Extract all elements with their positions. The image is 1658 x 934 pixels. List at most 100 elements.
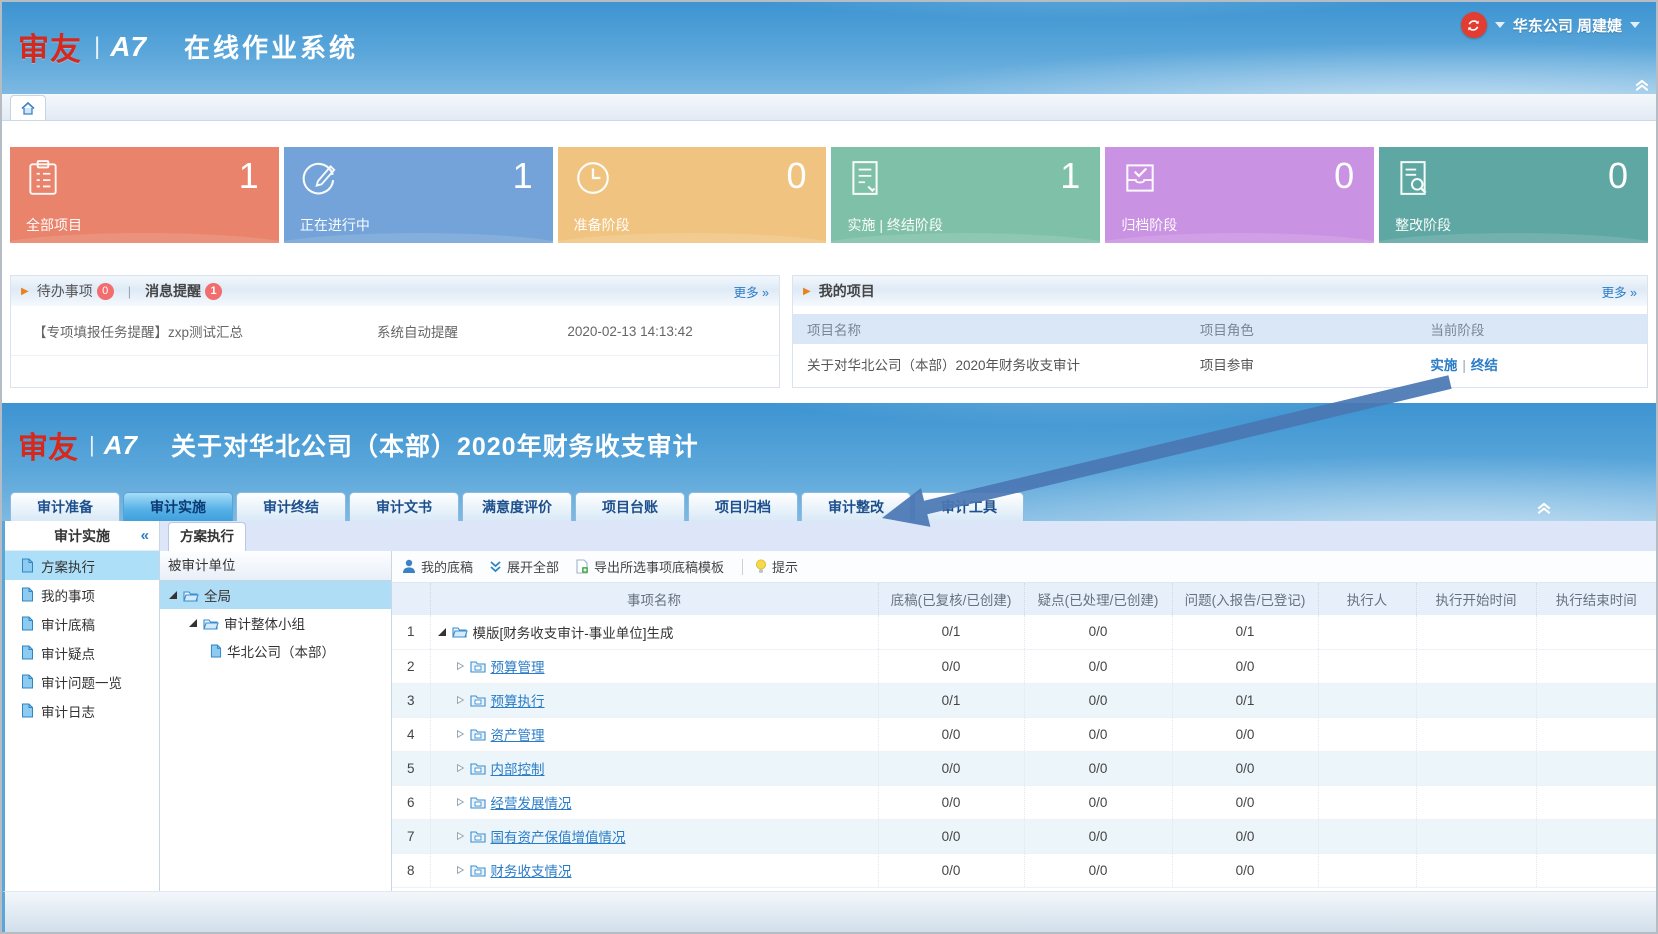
matter-row: 5 内部控制 0/0 0/0 0/0 <box>392 751 1656 785</box>
refresh-button[interactable] <box>1461 12 1487 38</box>
draft-count: 0/0 <box>878 751 1024 785</box>
sidebar-item-my-matters[interactable]: 我的事项 <box>5 580 159 609</box>
sidebar-collapse-icon[interactable]: « <box>141 527 149 544</box>
matter-link[interactable]: 经营发展情况 <box>491 792 572 812</box>
toolbar-separator <box>742 559 743 575</box>
card-preparation[interactable]: 0 准备阶段 <box>558 147 827 243</box>
document-icon <box>21 558 34 573</box>
subtab-plan-execution[interactable]: 方案执行 <box>168 522 246 551</box>
brand-product: A7 <box>104 430 137 461</box>
project-title: 关于对华北公司（本部）2020年财务收支审计 <box>171 427 699 463</box>
user-caret-icon[interactable] <box>1630 22 1640 28</box>
double-chevron-down-icon <box>489 560 502 573</box>
double-chevron-up-icon <box>1536 501 1552 515</box>
todo-count-badge: 0 <box>97 283 114 300</box>
card-value: 0 <box>1608 155 1628 197</box>
tab-project-archive[interactable]: 项目归档 <box>688 492 798 521</box>
end-time-cell <box>1536 819 1656 853</box>
export-draft-template-button[interactable]: 导出所选事项底稿模板 <box>575 557 724 576</box>
panel-marker-icon: ▶ <box>21 286 29 297</box>
collapsed-icon[interactable] <box>455 831 465 841</box>
message-title[interactable]: 【专项填报任务提醒】zxp测试汇总 <box>33 321 377 341</box>
issue-count: 0/0 <box>1172 751 1318 785</box>
matter-link[interactable]: 国有资产保值增值情况 <box>491 826 626 846</box>
stage-end-link[interactable]: 终结 <box>1471 358 1498 373</box>
tree-node-audit-group[interactable]: 审计整体小组 <box>160 609 391 637</box>
tab-audit-documents[interactable]: 审计文书 <box>349 492 459 521</box>
document-icon <box>21 587 34 602</box>
lightbulb-icon <box>755 559 767 574</box>
tab-message-reminder[interactable]: 消息提醒1 <box>145 281 222 301</box>
project-role: 项目参审 <box>1186 344 1417 384</box>
start-time-cell <box>1416 717 1536 751</box>
tab-todo-items[interactable]: 待办事项0 <box>37 281 114 301</box>
tab-project-ledger[interactable]: 项目台账 <box>575 492 685 521</box>
matter-link[interactable]: 财务收支情况 <box>491 860 572 880</box>
my-projects-panel: ▶ 我的项目 更多 » 项目名称 项目角色 当前阶段 <box>792 275 1648 388</box>
collapsed-icon[interactable] <box>455 865 465 875</box>
expand-all-button[interactable]: 展开全部 <box>489 557 559 576</box>
sidebar-item-audit-doubts[interactable]: 审计疑点 <box>5 638 159 667</box>
project-name[interactable]: 关于对华北公司（本部）2020年财务收支审计 <box>793 344 1186 384</box>
tree-node-global[interactable]: 全局 <box>160 581 391 609</box>
tree-node-huabei-company[interactable]: 华北公司（本部） <box>160 637 391 665</box>
card-archive[interactable]: 0 归档阶段 <box>1105 147 1374 243</box>
card-rectification[interactable]: 0 整改阶段 <box>1379 147 1648 243</box>
matter-link[interactable]: 预算执行 <box>491 690 545 710</box>
card-implementation[interactable]: 1 实施 | 终结阶段 <box>831 147 1100 243</box>
expanded-icon[interactable] <box>437 627 447 637</box>
content-area: 被审计单位 全局 审计整体小组 华北 <box>160 551 1656 891</box>
collapsed-icon[interactable] <box>455 729 465 739</box>
card-value: 1 <box>513 155 533 197</box>
subtab-band: 方案执行 <box>160 521 1656 551</box>
message-time: 2020-02-13 14:13:42 <box>567 324 765 339</box>
home-tab[interactable] <box>10 95 46 120</box>
tab-satisfaction[interactable]: 满意度评价 <box>462 492 572 521</box>
export-document-icon <box>575 559 589 574</box>
edit-progress-icon <box>300 159 338 197</box>
tab-audit-rectify[interactable]: 审计整改 <box>801 492 911 521</box>
matter-link[interactable]: 预算管理 <box>491 656 545 676</box>
message-row[interactable]: 【专项填报任务提醒】zxp测试汇总 系统自动提醒 2020-02-13 14:1… <box>11 321 779 356</box>
top-tab-strip <box>2 94 1656 121</box>
user-label[interactable]: 华东公司 周建婕 <box>1513 15 1622 36</box>
executor-cell <box>1318 819 1416 853</box>
sidebar-item-audit-drafts[interactable]: 审计底稿 <box>5 609 159 638</box>
expanded-icon[interactable] <box>188 618 198 628</box>
tip-button[interactable]: 提示 <box>755 557 798 576</box>
projects-more-link[interactable]: 更多 » <box>1602 282 1637 301</box>
matter-name[interactable]: 模版[财务收支审计-事业单位]生成 <box>473 622 674 642</box>
matter-link[interactable]: 内部控制 <box>491 758 545 778</box>
matters-toolbar: 我的底稿 展开全部 导出所选事项底稿模板 <box>392 551 1656 583</box>
collapsed-icon[interactable] <box>455 797 465 807</box>
my-drafts-button[interactable]: 我的底稿 <box>402 557 473 576</box>
matter-row: 7 国有资产保值增值情况 0/0 0/0 0/0 <box>392 819 1656 853</box>
card-all-projects[interactable]: 1 全部项目 <box>10 147 279 243</box>
tab-audit-prepare[interactable]: 审计准备 <box>10 492 120 521</box>
card-value: 1 <box>1060 155 1080 197</box>
project-tabs: 审计准备 审计实施 审计终结 审计文书 满意度评价 项目台账 项目归档 审计整改… <box>10 490 1656 521</box>
card-in-progress[interactable]: 1 正在进行中 <box>284 147 553 243</box>
stage-impl-link[interactable]: 实施 <box>1430 358 1457 373</box>
card-label: 归档阶段 <box>1121 215 1177 235</box>
collapsed-icon[interactable] <box>455 661 465 671</box>
sidebar-item-plan-execution[interactable]: 方案执行 <box>5 551 159 580</box>
expanded-icon[interactable] <box>168 590 178 600</box>
collapsed-icon[interactable] <box>455 763 465 773</box>
sidebar-item-audit-issues[interactable]: 审计问题一览 <box>5 667 159 696</box>
todo-panel-header: ▶ 待办事项0 | 消息提醒1 更多 » <box>11 276 779 306</box>
header-collapse-button[interactable] <box>1634 78 1650 92</box>
sidebar-item-audit-log[interactable]: 审计日志 <box>5 696 159 725</box>
brand-divider: | <box>89 432 95 458</box>
matter-link[interactable]: 资产管理 <box>491 724 545 744</box>
refresh-caret-icon[interactable] <box>1495 22 1505 28</box>
col-matter-name: 事项名称 <box>430 583 878 615</box>
tabs-collapse-button[interactable] <box>1536 501 1552 515</box>
tab-audit-tools[interactable]: 审计工具 <box>914 492 1024 521</box>
tree-node-label: 华北公司（本部） <box>227 641 335 661</box>
todo-more-link[interactable]: 更多 » <box>734 282 769 301</box>
collapsed-icon[interactable] <box>455 695 465 705</box>
tab-audit-implement[interactable]: 审计实施 <box>123 492 233 521</box>
sidebar-item-label: 审计日志 <box>41 701 95 721</box>
tab-audit-conclude[interactable]: 审计终结 <box>236 492 346 521</box>
